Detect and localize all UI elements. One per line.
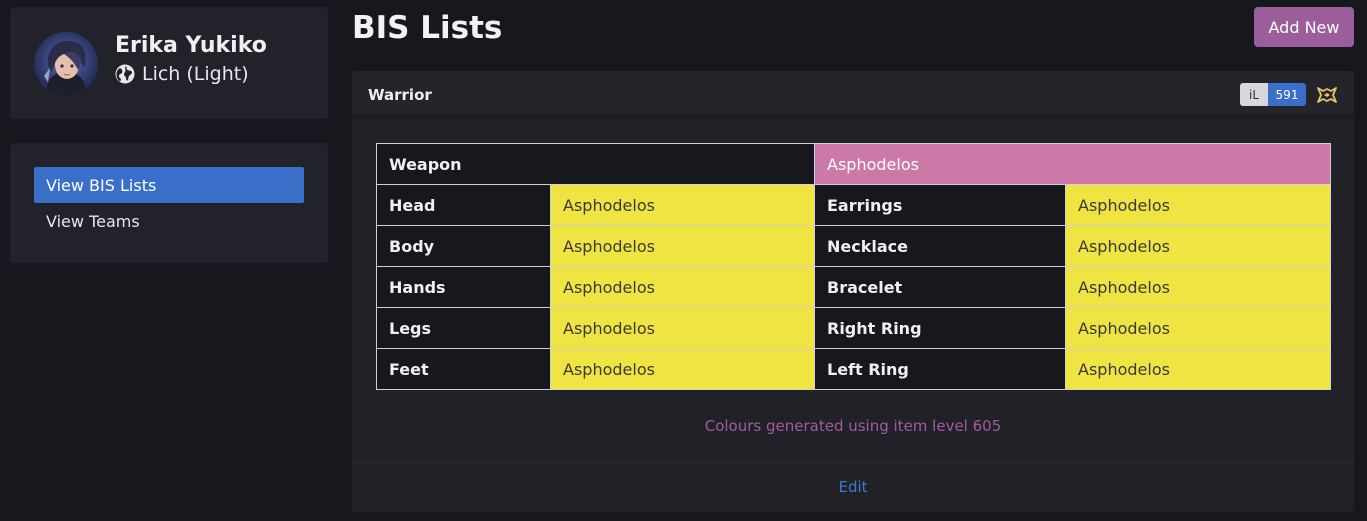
slot-label: Hands (376, 266, 551, 308)
table-row: Hands Asphodelos Bracelet Asphodelos (376, 266, 1331, 308)
table-row: Legs Asphodelos Right Ring Asphodelos (376, 307, 1331, 349)
sidebar-nav: View BIS Lists View Teams (10, 143, 328, 263)
item-cell: Asphodelos (550, 184, 815, 226)
colour-note: Colours generated using item level 605 (704, 417, 1002, 435)
nav-item-label: View BIS Lists (46, 175, 157, 195)
table-row: Feet Asphodelos Left Ring Asphodelos (376, 348, 1331, 390)
item-cell: Asphodelos (550, 307, 815, 349)
warrior-job-icon[interactable] (1315, 83, 1339, 107)
bis-list-card: Warrior iL 591 Weapon Asphodelos Head As… (352, 71, 1354, 512)
slot-label: Earrings (814, 184, 1066, 226)
slot-label: Bracelet (814, 266, 1066, 308)
slot-label: Body (376, 225, 551, 267)
nav-item-label: View Teams (46, 211, 140, 231)
slot-label-weapon: Weapon (376, 143, 815, 185)
item-cell: Asphodelos (1065, 266, 1331, 308)
item-level-badge: iL 591 (1240, 83, 1306, 106)
card-header: Warrior iL 591 (352, 71, 1354, 119)
page-title: BIS Lists (352, 10, 503, 46)
slot-label: Necklace (814, 225, 1066, 267)
add-new-button[interactable]: Add New (1254, 7, 1354, 47)
item-cell: Asphodelos (1065, 184, 1331, 226)
globe-icon (115, 64, 135, 84)
item-weapon: Asphodelos (814, 143, 1331, 185)
job-name: Warrior (368, 86, 432, 104)
edit-link[interactable]: Edit (352, 478, 1354, 496)
character-profile-card: Erika Yukiko Lich (Light) (10, 7, 328, 119)
nav-item-view-bis-lists[interactable]: View BIS Lists (34, 167, 304, 203)
slot-label: Legs (376, 307, 551, 349)
item-cell: Asphodelos (550, 266, 815, 308)
gear-table: Weapon Asphodelos Head Asphodelos Earrin… (376, 143, 1331, 390)
slot-label: Feet (376, 348, 551, 390)
item-cell: Asphodelos (1065, 225, 1331, 267)
item-level-value: 591 (1268, 83, 1306, 106)
slot-label: Right Ring (814, 307, 1066, 349)
item-cell: Asphodelos (550, 225, 815, 267)
slot-label: Head (376, 184, 551, 226)
item-cell: Asphodelos (550, 348, 815, 390)
avatar (34, 32, 98, 96)
world-info: Lich (Light) (115, 63, 249, 85)
card-footer: Edit (352, 462, 1354, 512)
table-row: Body Asphodelos Necklace Asphodelos (376, 225, 1331, 267)
character-name: Erika Yukiko (115, 33, 267, 58)
nav-item-view-teams[interactable]: View Teams (34, 203, 304, 239)
world-name: Lich (Light) (142, 63, 249, 85)
table-row: Head Asphodelos Earrings Asphodelos (376, 184, 1331, 226)
item-cell: Asphodelos (1065, 307, 1331, 349)
slot-label: Left Ring (814, 348, 1066, 390)
item-level-label: iL (1240, 83, 1268, 106)
table-row: Weapon Asphodelos (376, 143, 1331, 185)
item-cell: Asphodelos (1065, 348, 1331, 390)
